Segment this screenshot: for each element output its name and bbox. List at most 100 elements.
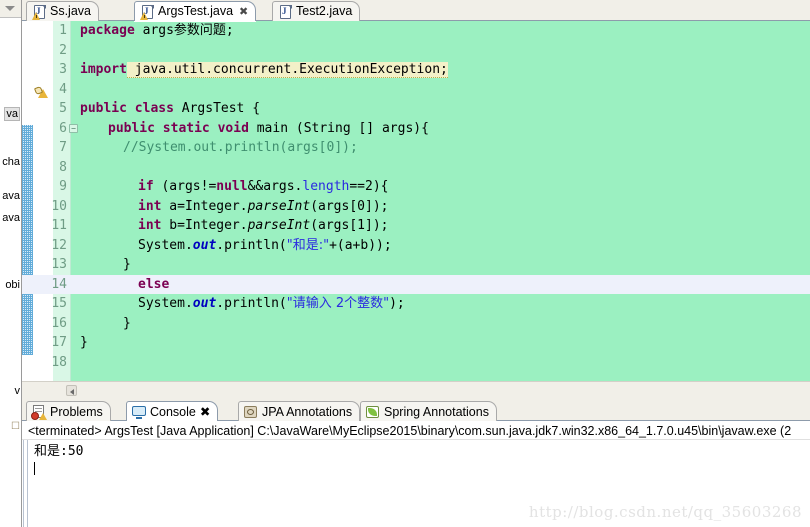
line-content: if (args!=null&&args.length==2){ [138, 177, 389, 197]
code-line: 18 [22, 353, 810, 373]
scroll-left-arrow-icon[interactable] [66, 385, 77, 396]
field-token: out [192, 237, 217, 253]
line-number: 15 [51, 296, 67, 311]
line-number: 4 [59, 81, 67, 97]
explorer-item-2[interactable]: ava [2, 190, 20, 202]
bottom-view-panel: Problems Console ✖ JPA Annotations Sprin… [22, 400, 810, 527]
java-file-warning-icon: J [140, 4, 154, 20]
code-line: 12 System.out.println("和是:"+(a+b)); [22, 236, 810, 256]
console-caret [34, 462, 35, 475]
package-explorer-strip[interactable]: va cha ava ava obi v ☐ [0, 0, 22, 527]
code-token: (args!= [153, 179, 217, 194]
console-view[interactable]: <terminated> ArgsTest [Java Application]… [22, 421, 810, 527]
line-content: public class ArgsTest { [80, 99, 260, 119]
code-line: 2 [22, 41, 810, 61]
code-line: 3 import java.util.concurrent.ExecutionE… [22, 60, 810, 80]
code-line: 17 } [22, 333, 810, 353]
line-number: 10 [51, 198, 67, 214]
keyword-token: class [134, 101, 174, 116]
line-number: 9 [59, 179, 67, 194]
package-explorer-toolbar [0, 0, 21, 18]
code-line: 5 public class ArgsTest { [22, 99, 810, 119]
keyword-token: static [162, 120, 210, 136]
keyword-token: int [138, 218, 162, 233]
comment-token: //System.out.println(args[0]); [123, 140, 358, 155]
code-token: (args[1]); [310, 218, 389, 233]
keyword-token: if [138, 179, 154, 194]
field-token: out [192, 296, 217, 311]
editor-horizontal-scrollbar[interactable] [22, 381, 810, 398]
bottom-tab-label: Problems [50, 404, 103, 419]
tab-jpa-annotations[interactable]: JPA Annotations [238, 401, 361, 421]
code-line: 6 − public static void main (String [] a… [22, 119, 810, 139]
line-number: 3 [59, 62, 67, 77]
code-line-current: 14 else [22, 274, 810, 294]
code-line: 15 System.out.println("请输入 2个整数"); [22, 294, 810, 314]
code-lines: 1 package args参数问题; 2 3 import java.util… [22, 21, 810, 381]
line-number: 11 [51, 218, 67, 233]
line-content: } [80, 335, 88, 350]
keyword-token: null [216, 179, 248, 194]
spring-annotations-icon [366, 405, 380, 419]
code-token: (args[0]); [310, 198, 389, 214]
line-content: } [123, 257, 131, 272]
line-content: System.out.println("和是:"+(a+b)); [138, 236, 392, 256]
code-line: 11 int b=Integer.parseInt(args[1]); [22, 216, 810, 236]
keyword-token: else [138, 276, 170, 292]
explorer-item-1[interactable]: cha [2, 156, 20, 168]
editor-tab-bar: J Ss.java J ArgsTest.java ✖ J Test2.java [22, 0, 810, 21]
editor-tab-ss-java[interactable]: J Ss.java [26, 1, 99, 21]
line-number: 12 [51, 237, 67, 253]
code-token: System. [138, 296, 193, 311]
method-token: parseInt [247, 198, 311, 214]
editor-tab-label: Test2.java [296, 4, 353, 19]
close-icon[interactable]: ✖ [239, 5, 248, 18]
tab-console[interactable]: Console ✖ [126, 401, 219, 421]
bottom-tab-label: Console [150, 404, 196, 419]
explorer-item-3[interactable]: ava [2, 212, 20, 224]
code-token: b=Integer. [161, 218, 248, 233]
keyword-token: public [80, 101, 127, 116]
unused-import-token: java.util.concurrent.ExecutionException; [126, 62, 448, 78]
line-content: package args参数问题; [80, 21, 234, 41]
code-token: ); [389, 296, 405, 311]
keyword-token: void [217, 120, 249, 136]
line-number: 2 [59, 42, 67, 58]
line-number: 1 [59, 23, 67, 38]
editor-tab-argstest-java[interactable]: J ArgsTest.java ✖ [134, 1, 257, 21]
code-line: 4 [22, 80, 810, 100]
code-token: System. [138, 237, 193, 253]
line-number: 18 [51, 354, 67, 370]
close-icon[interactable]: ✖ [200, 404, 210, 419]
console-output-gutter [23, 440, 28, 527]
code-token: ==2){ [349, 179, 389, 194]
source-code-editor[interactable]: 1 package args参数问题; 2 3 import java.util… [22, 21, 810, 381]
explorer-item-4[interactable]: obi [5, 279, 20, 291]
java-file-icon: J [279, 4, 292, 19]
line-content: public static void main (String [] args)… [108, 119, 429, 139]
string-token: "请输入 2个整数" [286, 296, 390, 311]
editor-tab-test2-java[interactable]: J Test2.java [272, 1, 361, 21]
bottom-tab-label: Spring Annotations [384, 404, 489, 419]
keyword-token: import [80, 62, 127, 77]
code-line: 7 //System.out.println(args[0]); [22, 138, 810, 158]
code-line: 13 } [22, 255, 810, 275]
problems-icon [31, 404, 47, 420]
tab-problems[interactable]: Problems [26, 401, 111, 421]
code-line: 1 package args参数问题; [22, 21, 810, 41]
line-content: int a=Integer.parseInt(args[0]); [138, 197, 388, 217]
line-content: System.out.println("请输入 2个整数"); [138, 294, 405, 314]
chevron-down-icon[interactable] [5, 6, 15, 11]
bottom-tab-label: JPA Annotations [262, 404, 353, 419]
line-content: //System.out.println(args[0]); [123, 138, 358, 158]
console-icon [132, 405, 146, 419]
editor-tab-label: ArgsTest.java [158, 4, 234, 19]
line-number: 17 [51, 335, 67, 350]
fold-collapse-icon[interactable]: − [69, 123, 78, 133]
explorer-item-5[interactable]: v [15, 385, 21, 397]
code-token: a=Integer. [161, 198, 248, 214]
code-token: .println( [216, 296, 287, 311]
code-line: 9 if (args!=null&&args.length==2){ [22, 177, 810, 197]
tab-spring-annotations[interactable]: Spring Annotations [360, 401, 497, 421]
explorer-item-0[interactable]: va [4, 107, 20, 121]
